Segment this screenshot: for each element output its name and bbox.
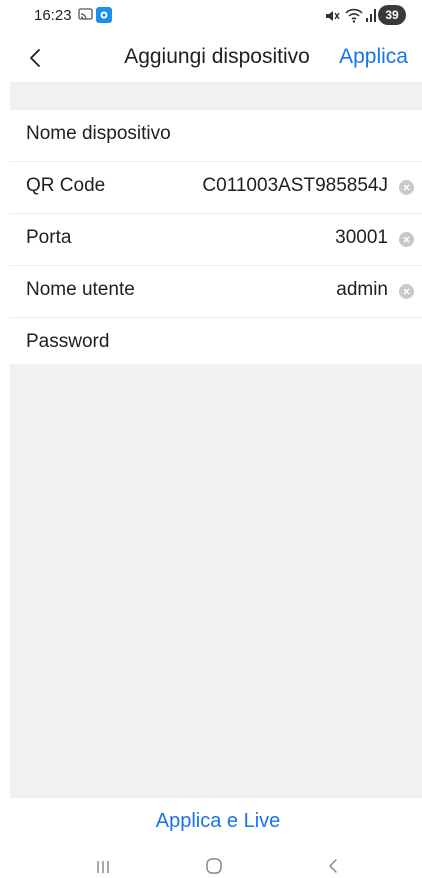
empty-area xyxy=(10,364,422,798)
signal-icon xyxy=(366,9,376,22)
form-row-device-name[interactable]: Nome dispositivo xyxy=(10,110,422,162)
device-form: Nome dispositivo QR Code C011003AST98585… xyxy=(10,110,422,369)
apply-and-live-button[interactable]: Applica e Live xyxy=(0,810,422,833)
screen: 16:23 39 Aggiungi dispositivo Applica No… xyxy=(0,0,422,878)
wifi-icon xyxy=(345,7,363,23)
clear-icon[interactable] xyxy=(399,284,414,299)
username-label: Nome utente xyxy=(26,279,135,300)
clear-icon[interactable] xyxy=(399,232,414,247)
password-label: Password xyxy=(26,331,110,352)
status-bar: 16:23 39 xyxy=(0,0,422,34)
header: Aggiungi dispositivo Applica xyxy=(0,34,422,82)
system-nav-bar xyxy=(0,846,422,878)
apply-button[interactable]: Applica xyxy=(339,45,408,69)
form-row-password[interactable]: Password xyxy=(10,318,422,369)
app-notification-icon xyxy=(96,7,112,23)
form-row-username[interactable]: Nome utente admin xyxy=(10,266,422,318)
recents-icon[interactable] xyxy=(94,860,112,874)
home-icon[interactable] xyxy=(205,858,223,874)
form-row-qr-code[interactable]: QR Code C011003AST985854J xyxy=(10,162,422,214)
qr-code-field[interactable]: C011003AST985854J xyxy=(202,175,388,197)
cast-icon xyxy=(78,8,93,22)
port-label: Porta xyxy=(26,227,72,248)
port-field[interactable]: 30001 xyxy=(335,227,388,249)
battery-icon: 39 xyxy=(378,5,406,25)
qr-code-label: QR Code xyxy=(26,175,106,196)
form-row-port[interactable]: Porta 30001 xyxy=(10,214,422,266)
clear-icon[interactable] xyxy=(399,180,414,195)
username-field[interactable]: admin xyxy=(336,279,388,301)
status-time: 16:23 xyxy=(34,7,72,24)
back-icon[interactable] xyxy=(326,858,340,874)
mute-icon xyxy=(324,8,340,24)
device-name-label: Nome dispositivo xyxy=(26,123,171,144)
section-spacer xyxy=(10,82,422,110)
